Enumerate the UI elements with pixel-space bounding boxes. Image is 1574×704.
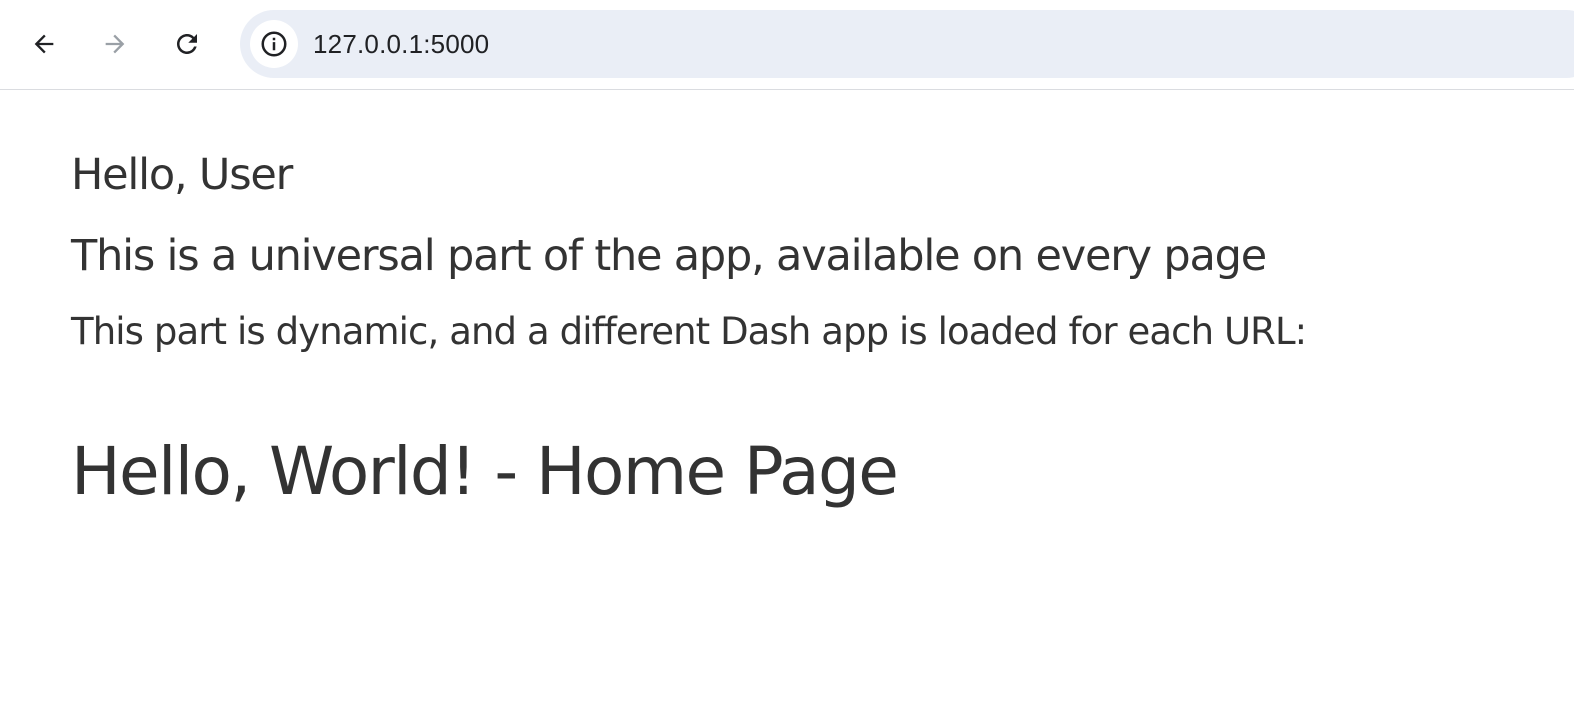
reload-button[interactable] <box>165 22 209 66</box>
reload-icon <box>177 34 197 54</box>
page-heading: Hello, World! - Home Page <box>71 433 899 510</box>
universal-text: This is a universal part of the app, ava… <box>71 231 1267 281</box>
site-info-button[interactable] <box>250 20 298 68</box>
forward-button[interactable] <box>93 22 137 66</box>
dynamic-text: This part is dynamic, and a different Da… <box>71 310 1307 353</box>
url-text[interactable]: 127.0.0.1:5000 <box>313 10 489 78</box>
browser-toolbar: 127.0.0.1:5000 <box>0 0 1574 90</box>
forward-arrow-icon <box>105 34 125 54</box>
back-arrow-icon <box>34 34 54 54</box>
address-bar[interactable]: 127.0.0.1:5000 <box>240 10 1574 78</box>
info-icon <box>261 31 287 57</box>
user-greeting: Hello, User <box>71 150 293 200</box>
back-button[interactable] <box>22 22 66 66</box>
